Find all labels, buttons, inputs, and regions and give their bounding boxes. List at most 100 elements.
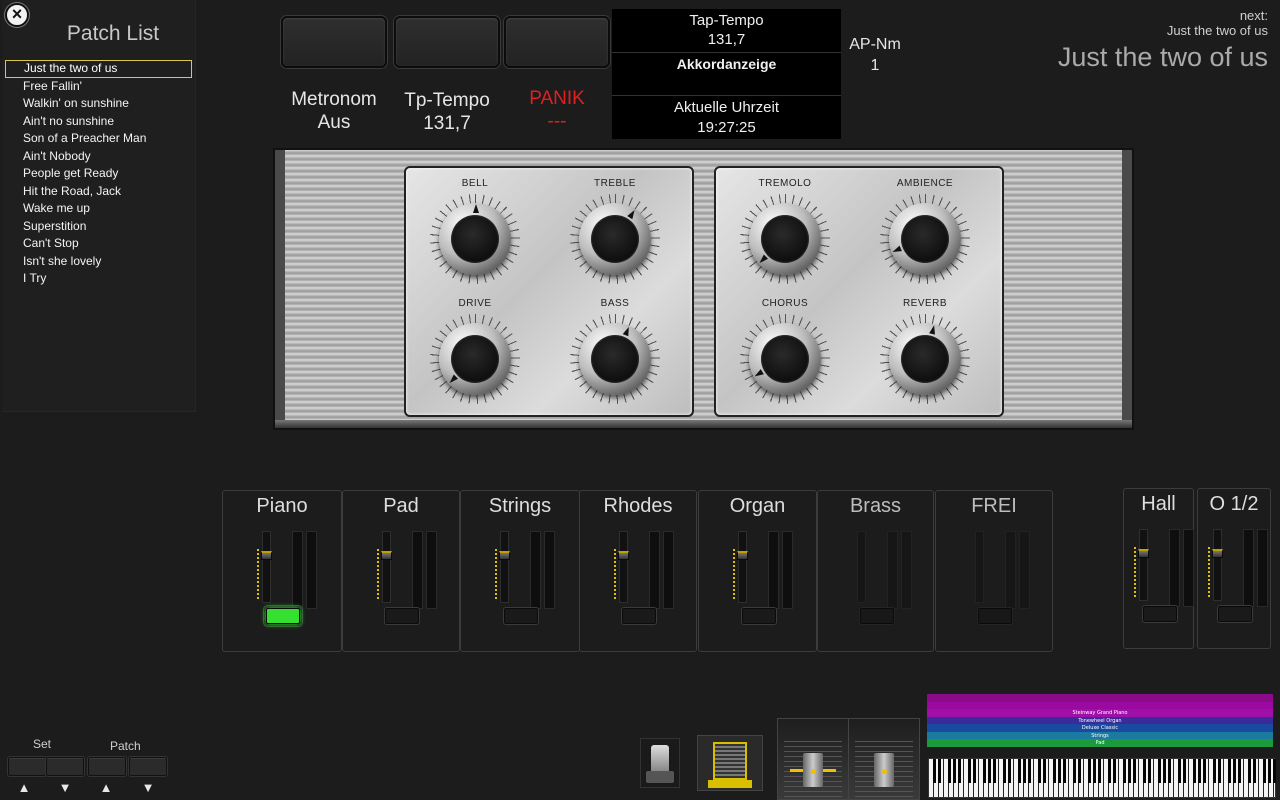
panik-value: --- <box>547 111 567 132</box>
set-down-arrow-icon[interactable]: ▼ <box>57 780 73 795</box>
patch-list-item[interactable]: I Try <box>5 270 192 288</box>
layer-stack[interactable]: Steinway Grand Piano Tonewheel Organ Delux… <box>927 694 1273 750</box>
metronom-value: Aus <box>317 112 351 133</box>
volume-track[interactable] <box>544 531 555 609</box>
pitch-slider[interactable] <box>848 718 920 800</box>
knob-chorus[interactable] <box>740 314 830 404</box>
patch-list-item[interactable]: Ain't no sunshine <box>5 113 192 131</box>
knob-bass[interactable] <box>570 314 660 404</box>
set-up-button[interactable] <box>8 757 46 776</box>
volume-track[interactable] <box>782 531 793 609</box>
keyboard[interactable] <box>928 758 1276 798</box>
patch-down-arrow-icon[interactable]: ▼ <box>140 780 156 795</box>
channel-fader[interactable] <box>1212 549 1223 558</box>
volume-track[interactable] <box>663 531 674 609</box>
patch-list: Just the two of us Free Fallin' Walkin' on… <box>5 60 192 288</box>
patch-list-item[interactable]: Walkin' on sunshine <box>5 95 192 113</box>
channel-name: Organ <box>729 495 786 517</box>
patch-list-item[interactable]: People get Ready <box>5 165 192 183</box>
volume-track[interactable] <box>530 531 541 609</box>
channel-toggle-button[interactable] <box>978 608 1012 624</box>
panik-button[interactable] <box>504 16 610 68</box>
tap-tempo-readout: 131,7 <box>707 31 746 48</box>
patch-list-item[interactable]: Son of a Preacher Man <box>5 130 192 148</box>
level-meter <box>975 531 984 603</box>
volume-track[interactable] <box>1257 529 1268 607</box>
channel-fader[interactable] <box>261 551 272 560</box>
patch-list-item[interactable]: Free Fallin' <box>5 78 192 96</box>
volume-track[interactable] <box>901 531 912 609</box>
channel-name: FREI <box>971 495 1017 517</box>
volume-track[interactable] <box>1005 531 1016 609</box>
mod-slider[interactable] <box>777 718 849 800</box>
volume-track[interactable] <box>1169 529 1180 607</box>
channel-name: Piano <box>256 495 308 517</box>
patch-list-item[interactable]: Isn't she lovely <box>5 253 192 271</box>
patch-list-item[interactable]: Can't Stop <box>5 235 192 253</box>
knob-drive[interactable] <box>430 314 520 404</box>
knob-tremolo[interactable] <box>740 194 830 284</box>
patch-list-item[interactable]: Wake me up <box>5 200 192 218</box>
channel-toggle-button[interactable] <box>385 608 419 624</box>
layer-item[interactable]: Pad <box>927 739 1273 747</box>
channel-fader[interactable] <box>381 551 392 560</box>
set-label: Set <box>33 737 52 751</box>
channel-fader[interactable] <box>618 551 629 560</box>
channel-toggle-button[interactable] <box>860 608 894 624</box>
patch-list-title: Patch List <box>66 22 160 45</box>
channel-toggle-button[interactable] <box>504 608 538 624</box>
channel-toggle-button[interactable] <box>742 608 776 624</box>
knob-treble[interactable] <box>570 194 660 284</box>
patch-list-item[interactable]: Ain't Nobody <box>5 148 192 166</box>
metronom-button[interactable] <box>281 16 387 68</box>
sustain-pedal[interactable] <box>640 738 680 788</box>
patch-list-item[interactable]: Just the two of us <box>5 60 192 78</box>
channel-fader[interactable] <box>499 551 510 560</box>
channel-name: O 1/2 <box>1209 493 1259 515</box>
next-patch-name: Just the two of us <box>1166 23 1268 38</box>
patch-down-button[interactable] <box>129 757 167 776</box>
patch-up-button[interactable] <box>88 757 126 776</box>
patch-list-item[interactable]: Superstition <box>5 218 192 236</box>
patch-up-arrow-icon[interactable]: ▲ <box>98 780 114 795</box>
channel-toggle-button[interactable] <box>622 608 656 624</box>
expression-pedal[interactable] <box>697 735 763 791</box>
level-meter <box>382 531 391 603</box>
channel-fader[interactable] <box>1138 549 1149 558</box>
patch-nav-label: Patch <box>110 739 141 753</box>
channel-rhodes: Rhodes <box>579 490 697 652</box>
volume-track[interactable] <box>412 531 423 609</box>
knob-ambience[interactable] <box>880 194 970 284</box>
knob-reverb[interactable] <box>880 314 970 404</box>
channel-toggle-button[interactable] <box>1143 606 1177 622</box>
knob-label-bass: BASS <box>600 298 630 309</box>
set-down-button[interactable] <box>46 757 84 776</box>
volume-track[interactable] <box>1019 531 1030 609</box>
metronom-display: Metronom Aus <box>280 88 388 134</box>
level-meter <box>738 531 747 603</box>
channel-name: Hall <box>1141 493 1176 515</box>
channel-toggle-button[interactable] <box>266 608 300 624</box>
volume-track[interactable] <box>768 531 779 609</box>
volume-track[interactable] <box>292 531 303 609</box>
patch-list-item[interactable]: Hit the Road, Jack <box>5 183 192 201</box>
channel-piano: Piano <box>222 490 342 652</box>
channel-name: Pad <box>383 495 419 517</box>
volume-track[interactable] <box>649 531 660 609</box>
knob-label-reverb: REVERB <box>902 298 948 309</box>
apnm-display: AP-Nm 1 <box>838 34 912 76</box>
level-meter <box>262 531 271 603</box>
set-up-arrow-icon[interactable]: ▲ <box>16 780 32 795</box>
tp-tempo-value: 131,7 <box>423 113 471 134</box>
channel-fader[interactable] <box>737 551 748 560</box>
channel-toggle-button[interactable] <box>1218 606 1252 622</box>
volume-track[interactable] <box>1183 529 1194 607</box>
tp-tempo-display: Tp-Tempo 131,7 <box>393 89 501 135</box>
knob-bell[interactable] <box>430 194 520 284</box>
tap-tempo-button[interactable] <box>394 16 500 68</box>
clock-readout: 19:27:25 <box>697 119 756 136</box>
volume-track[interactable] <box>887 531 898 609</box>
volume-track[interactable] <box>426 531 437 609</box>
volume-track[interactable] <box>1243 529 1254 607</box>
volume-track[interactable] <box>306 531 317 609</box>
